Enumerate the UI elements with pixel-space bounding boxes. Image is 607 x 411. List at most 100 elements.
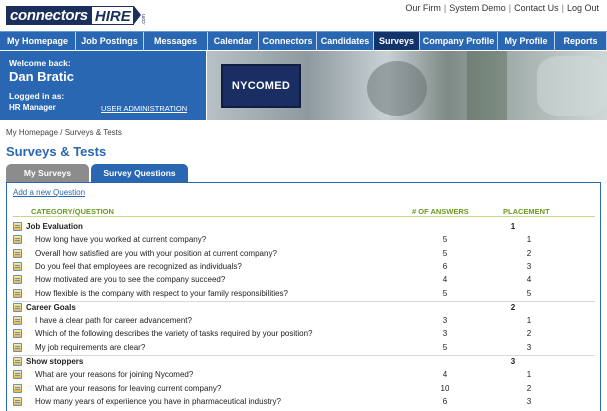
question-placement: 3 <box>526 261 532 271</box>
edit-icon[interactable] <box>13 275 22 285</box>
question-row[interactable]: My job requirements are clear? 5 3 <box>13 342 595 354</box>
nav-tab-company-profile[interactable]: Company Profile <box>420 32 498 50</box>
answer-count: 3 <box>442 329 448 339</box>
category-row[interactable]: Career Goals 2 <box>13 302 595 314</box>
question-text: My job requirements are clear? <box>35 342 146 352</box>
question-placement: 2 <box>526 248 532 258</box>
question-row[interactable]: How flexible is the company with respect… <box>13 288 595 300</box>
tab-survey-questions[interactable]: Survey Questions <box>91 164 188 182</box>
category-placement: 1 <box>510 222 516 231</box>
page-title: Surveys & Tests <box>6 144 107 159</box>
answer-count: 6 <box>442 396 448 406</box>
welcome-box: Welcome back: Dan Bratic Logged in as: H… <box>0 51 206 120</box>
edit-icon[interactable] <box>13 329 22 339</box>
category-name: Show stoppers <box>26 357 84 366</box>
question-text: Overall how satisfied are you with your … <box>35 248 277 258</box>
edit-icon[interactable] <box>13 222 22 231</box>
category-placement: 3 <box>510 357 516 366</box>
logo-arrow-icon <box>133 6 141 24</box>
nav-tab-messages[interactable]: Messages <box>144 32 208 50</box>
question-placement: 2 <box>526 383 532 393</box>
logo-text-hire: HIRE <box>91 6 134 25</box>
top-link-our-firm[interactable]: Our Firm <box>405 3 441 13</box>
breadcrumb: My Homepage / Surveys & Tests <box>6 128 122 137</box>
top-link-log-out[interactable]: Log Out <box>567 3 599 13</box>
edit-icon[interactable] <box>13 248 22 258</box>
question-row[interactable]: Do you feel that employees are recognize… <box>13 261 595 273</box>
question-text: I have a clear path for career advanceme… <box>35 316 192 326</box>
tab-my-surveys[interactable]: My Surveys <box>6 164 89 182</box>
category-name: Job Evaluation <box>26 222 83 231</box>
answer-count: 5 <box>442 342 448 352</box>
logo-text-com: .com <box>140 14 147 25</box>
category-row[interactable]: Show stoppers 3 <box>13 356 595 368</box>
edit-icon[interactable] <box>13 288 22 298</box>
question-text: How long have you worked at current comp… <box>35 235 207 245</box>
question-row[interactable]: I have a clear path for career advanceme… <box>13 315 595 327</box>
edit-icon[interactable] <box>13 302 22 312</box>
question-placement: 1 <box>526 370 532 380</box>
nav-tab-surveys[interactable]: Surveys <box>374 32 420 50</box>
question-row[interactable]: Overall how satisfied are you with your … <box>13 248 595 260</box>
company-banner: NYCOMED <box>207 51 607 120</box>
nav-tab-my-homepage[interactable]: My Homepage <box>0 32 76 50</box>
question-text: Do you feel that employees are recognize… <box>35 261 242 271</box>
nav-tab-connectors[interactable]: Connectors <box>259 32 317 50</box>
question-text: How many years of experiience you have i… <box>35 396 281 406</box>
nav-tab-job-postings[interactable]: Job Postings <box>76 32 144 50</box>
logo-text-connectors: connectors <box>6 6 92 25</box>
answer-count: 4 <box>442 275 448 285</box>
answer-count: 5 <box>442 288 448 298</box>
question-row[interactable]: What are your reasons for leaving curren… <box>13 383 595 395</box>
question-text: What are your reasons for joining Nycome… <box>35 370 194 380</box>
answer-count: 6 <box>442 261 448 271</box>
category-name: Career Goals <box>26 302 76 312</box>
edit-icon[interactable] <box>13 396 22 406</box>
edit-icon[interactable] <box>13 383 22 393</box>
category-placement: 2 <box>510 302 516 312</box>
category-row[interactable]: Job Evaluation 1 <box>13 221 595 233</box>
answer-count: 5 <box>442 235 448 245</box>
edit-icon[interactable] <box>13 357 22 366</box>
main-nav: My Homepage Job Postings Messages Calendar C… <box>0 31 607 50</box>
question-row[interactable]: What are your reasons for joining Nycome… <box>13 369 595 381</box>
connectorshire-logo[interactable]: connectors HIRE .com <box>6 6 148 25</box>
question-placement: 2 <box>526 329 532 339</box>
user-role: HR Manager <box>9 103 56 112</box>
nav-tab-my-profile[interactable]: My Profile <box>498 32 555 50</box>
nav-tab-candidates[interactable]: Candidates <box>317 32 374 50</box>
question-placement: 3 <box>526 396 532 406</box>
nav-tab-calendar[interactable]: Calendar <box>208 32 259 50</box>
edit-icon[interactable] <box>13 370 22 380</box>
logged-in-label: Logged in as: <box>9 91 65 101</box>
question-placement: 1 <box>526 316 532 326</box>
question-placement: 3 <box>526 342 532 352</box>
question-row[interactable]: How many years of experiience you have i… <box>13 396 595 408</box>
question-text: What are your reasons for leaving curren… <box>35 383 222 393</box>
user-administration-link[interactable]: USER ADMINISTRATION <box>101 104 187 113</box>
nycomed-logo: NYCOMED <box>221 64 301 108</box>
question-text: How flexible is the company with respect… <box>35 288 288 298</box>
edit-icon[interactable] <box>13 342 22 352</box>
edit-icon[interactable] <box>13 235 22 245</box>
user-name: Dan Bratic <box>9 69 75 84</box>
top-link-system-demo[interactable]: System Demo <box>449 3 506 13</box>
question-row[interactable]: How motivated are you to see the company… <box>13 274 595 286</box>
question-placement: 5 <box>526 288 532 298</box>
answer-count: 5 <box>442 248 448 258</box>
edit-icon[interactable] <box>13 316 22 326</box>
survey-tabs: My Surveys Survey Questions <box>6 164 190 182</box>
welcome-back-label: Welcome back: <box>9 58 71 68</box>
question-text: Which of the following describes the var… <box>35 329 313 339</box>
top-links: Our Firm | System Demo | Contact Us | Lo… <box>405 3 599 13</box>
edit-icon[interactable] <box>13 261 22 271</box>
header-category: CATEGORY/QUESTION <box>31 207 114 216</box>
survey-questions-panel: Add a new Question CATEGORY/QUESTION # O… <box>6 182 601 411</box>
add-question-link[interactable]: Add a new Question <box>13 188 85 197</box>
header: connectors HIRE .com Our Firm | System D… <box>0 0 607 30</box>
question-row[interactable]: How long have you worked at current comp… <box>13 234 595 246</box>
question-row[interactable]: Which of the following describes the var… <box>13 328 595 340</box>
question-placement: 1 <box>526 235 532 245</box>
top-link-contact-us[interactable]: Contact Us <box>514 3 559 13</box>
nav-tab-reports[interactable]: Reports <box>555 32 607 50</box>
